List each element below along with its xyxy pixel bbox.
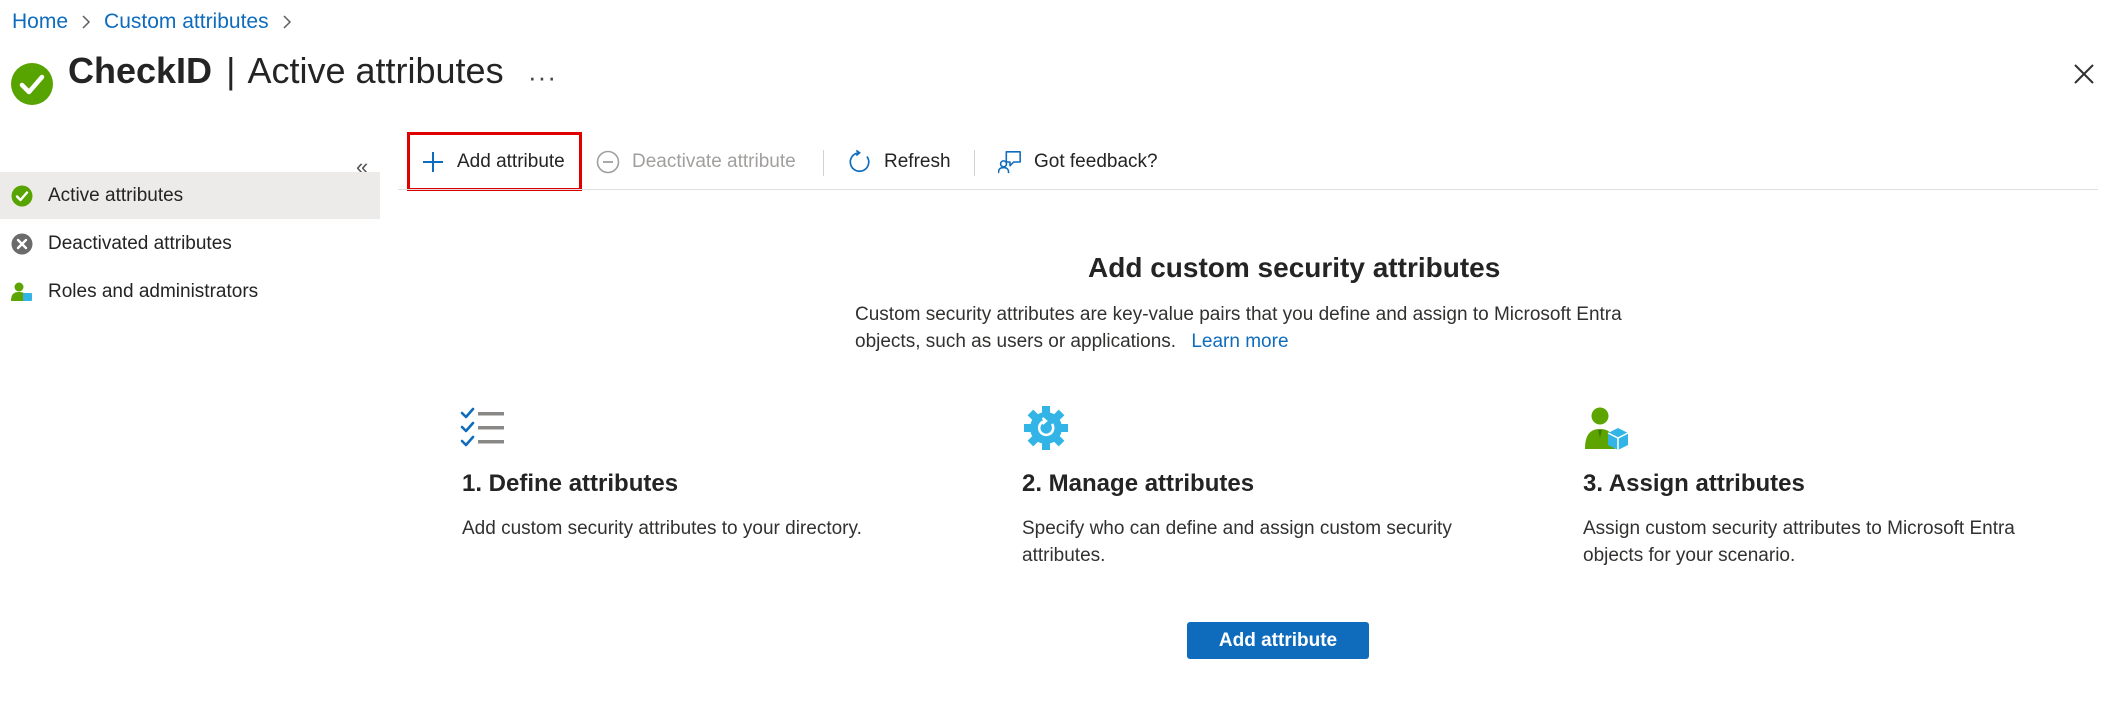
breadcrumb: Home Custom attributes — [12, 10, 295, 34]
refresh-button[interactable]: Refresh — [848, 145, 951, 179]
sidebar-item-deactivated-attributes[interactable]: Deactivated attributes — [0, 220, 380, 267]
breadcrumb-home-link[interactable]: Home — [12, 10, 68, 34]
close-icon[interactable] — [2073, 63, 2095, 85]
add-attribute-toolbar-button[interactable]: Add attribute — [421, 145, 565, 179]
chevron-right-icon — [283, 15, 291, 29]
step-3-description: Assign custom security attributes to Mic… — [1583, 518, 2015, 566]
sidebar-item-label: Roles and administrators — [48, 280, 259, 302]
feedback-icon — [998, 150, 1022, 174]
refresh-label: Refresh — [884, 151, 951, 172]
learn-more-link[interactable]: Learn more — [1191, 331, 1288, 352]
sidebar-item-roles-and-administrators[interactable]: Roles and administrators — [0, 268, 380, 315]
main-description: Custom security attributes are key-value… — [855, 301, 1685, 355]
deactivate-attribute-button[interactable]: Deactivate attribute — [596, 145, 796, 179]
step-1-description: Add custom security attributes to your d… — [462, 518, 862, 539]
check-circle-icon — [11, 63, 53, 105]
sidebar-item-active-attributes[interactable]: Active attributes — [0, 172, 380, 219]
step-2-title: 2. Manage attributes — [1022, 470, 1255, 497]
sidebar-item-label: Active attributes — [48, 184, 184, 206]
toolbar-divider-line — [398, 189, 2098, 190]
more-options-button[interactable]: ··· — [528, 62, 557, 93]
add-attribute-label: Add attribute — [457, 151, 565, 172]
x-circle-icon — [11, 233, 33, 255]
feedback-button[interactable]: Got feedback? — [998, 145, 1158, 179]
feedback-label: Got feedback? — [1034, 151, 1158, 172]
user-assign-icon — [1585, 407, 1629, 450]
plus-icon — [421, 150, 445, 174]
step-1-title: 1. Define attributes — [462, 470, 679, 497]
refresh-icon — [848, 149, 872, 174]
add-attribute-button[interactable]: Add attribute — [1187, 622, 1369, 659]
minus-circle-icon — [596, 150, 620, 174]
sidebar-item-label: Deactivated attributes — [48, 232, 232, 254]
page-title: CheckID | Active attributes — [68, 50, 504, 92]
gear-icon — [1024, 406, 1068, 450]
toolbar-divider — [974, 150, 975, 176]
deactivate-attribute-label: Deactivate attribute — [632, 151, 796, 172]
app-name: CheckID — [68, 50, 213, 91]
title-separator: | — [226, 50, 236, 91]
step-2-description: Specify who can define and assign custom… — [1022, 518, 1452, 566]
toolbar-divider — [823, 150, 824, 176]
check-circle-icon — [11, 185, 33, 207]
step-3-title: 3. Assign attributes — [1583, 470, 1805, 497]
user-admin-icon — [11, 281, 33, 303]
main-heading: Add custom security attributes — [1088, 252, 1501, 283]
page-name: Active attributes — [247, 50, 504, 91]
checklist-icon — [460, 407, 504, 447]
breadcrumb-custom-attributes-link[interactable]: Custom attributes — [104, 10, 269, 34]
chevron-right-icon — [82, 15, 91, 29]
